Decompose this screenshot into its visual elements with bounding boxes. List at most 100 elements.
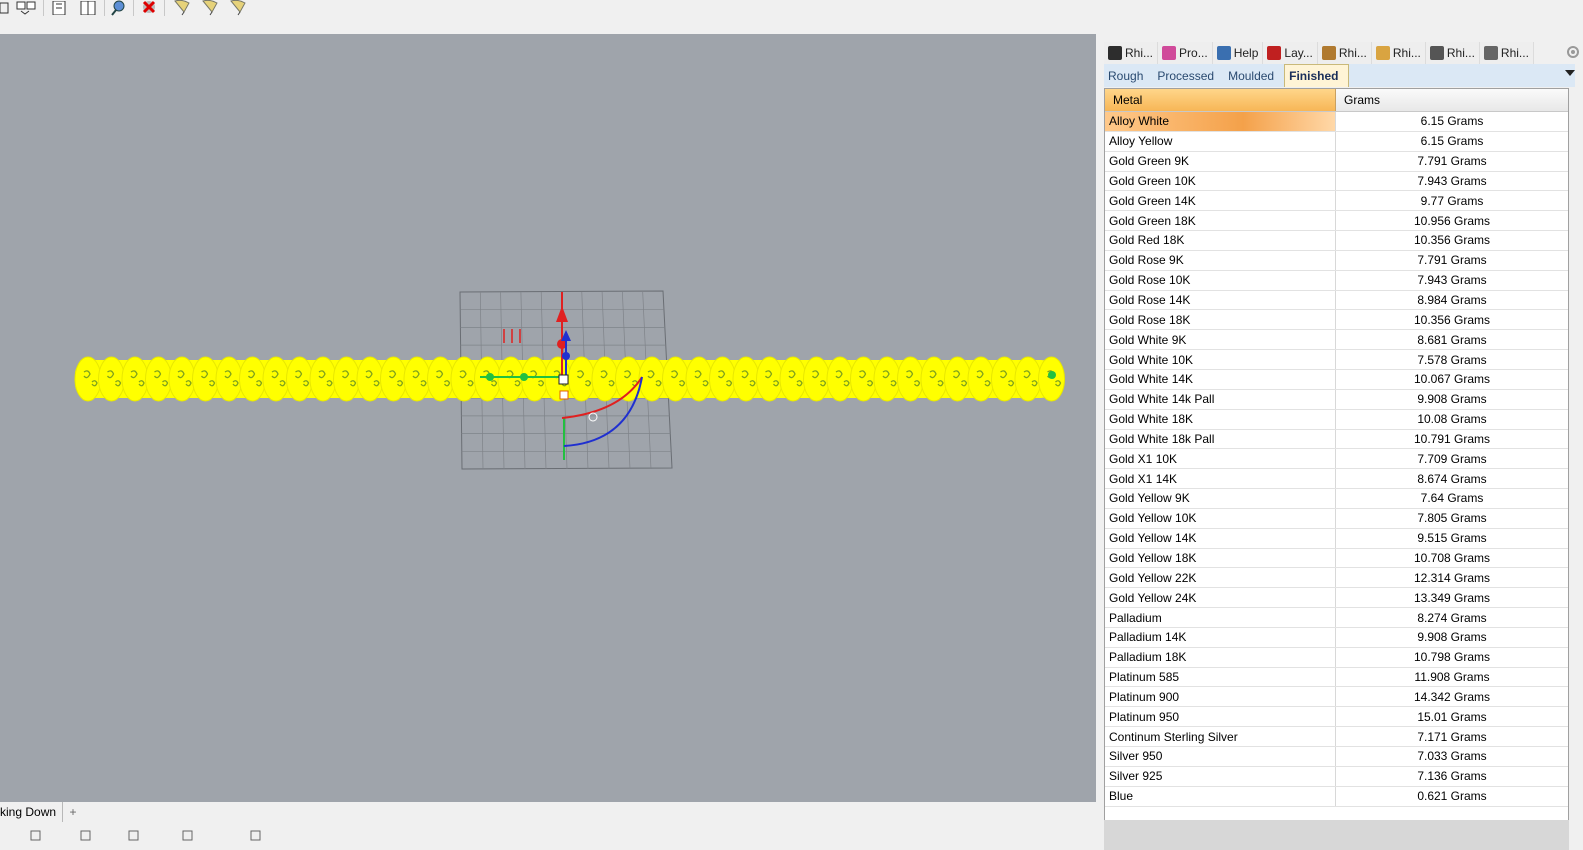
table-row[interactable]: Alloy White 6.15 Grams [1105, 112, 1568, 132]
panel-tab-4[interactable]: Rhi... [1317, 42, 1372, 64]
grams-cell: 7.791 Grams [1417, 253, 1487, 268]
viewport-tab[interactable]: king Down [0, 802, 64, 822]
zoom-icon[interactable] [110, 0, 128, 16]
table-row[interactable]: Palladium 18K 10.798 Grams [1105, 647, 1568, 668]
layout-icon[interactable] [0, 0, 10, 16]
table-row[interactable]: Gold Green 10K 7.943 Grams [1105, 171, 1568, 192]
table-row[interactable]: Gold Yellow 24K 13.349 Grams [1105, 588, 1568, 609]
grams-cell: 7.033 Grams [1417, 749, 1487, 764]
table-row[interactable]: Gold Red 18K 10.356 Grams [1105, 231, 1568, 251]
table-row[interactable]: Gold Yellow 10K 7.805 Grams [1105, 508, 1568, 529]
table-row[interactable]: Gold White 18k Pall 10.791 Grams [1105, 429, 1568, 450]
metal-cell: Gold Rose 10K [1105, 270, 1336, 290]
column-header-grams[interactable]: Grams [1336, 89, 1568, 111]
panel-tab-1[interactable]: Pro... [1158, 42, 1213, 64]
snap-icon-3[interactable] [128, 830, 140, 842]
grams-cell: 10.791 Grams [1413, 431, 1491, 446]
grams-cell: 7.171 Grams [1417, 729, 1487, 744]
table-row[interactable]: Silver 925 7.136 Grams [1105, 766, 1568, 787]
delete-icon[interactable] [138, 0, 160, 16]
grams-cell: 7.709 Grams [1417, 451, 1487, 466]
table-row[interactable]: Gold Rose 10K 7.943 Grams [1105, 270, 1568, 291]
metal-cell: Gold Green 18K [1105, 211, 1336, 231]
table-row[interactable]: Gold White 9K 8.681 Grams [1105, 330, 1568, 351]
panel-tab-3[interactable]: Lay... [1263, 42, 1318, 64]
panel-tab-2[interactable]: Help [1212, 42, 1264, 64]
layer-icon [1267, 46, 1282, 60]
table-row[interactable]: Gold X1 10K 7.709 Grams [1105, 449, 1568, 470]
tab-moulded[interactable]: Moulded [1224, 64, 1284, 87]
viewport-scene[interactable] [0, 34, 1096, 802]
table-row[interactable]: Continum Sterling Silver 7.171 Grams [1105, 727, 1568, 747]
table-row[interactable]: Gold White 14K 10.067 Grams [1105, 369, 1568, 390]
metal-cell: Gold Red 18K [1105, 231, 1336, 250]
layer-icon[interactable] [50, 0, 68, 16]
add-viewport-button[interactable]: + [65, 804, 81, 820]
metal-cell: Gold Green 10K [1105, 171, 1336, 191]
table-row[interactable]: Gold Green 9K 7.791 Grams [1105, 151, 1568, 172]
table-row[interactable]: Gold Yellow 9K 7.64 Grams [1105, 489, 1568, 509]
layer-icon-2[interactable] [78, 0, 100, 16]
snap-icon[interactable] [30, 830, 42, 842]
table-header: Metal Grams [1105, 89, 1568, 112]
viewport-canvas[interactable] [0, 34, 1096, 802]
metal-cell: Gold Yellow 24K [1105, 588, 1336, 608]
table-row[interactable]: Alloy Yellow 6.15 Grams [1105, 131, 1568, 152]
panel-tab-6[interactable]: Rhi... [1425, 42, 1480, 64]
grams-cell: 13.349 Grams [1413, 590, 1491, 605]
table-row[interactable]: Gold Rose 18K 10.356 Grams [1105, 310, 1568, 331]
panel-tab-strip: Rhi... Pro... Help Lay... Rhi... Rhi... Rhi...… [1104, 42, 1534, 64]
metal-cell: Gold White 14K [1105, 369, 1336, 389]
table-row[interactable]: Gold White 18K 10.08 Grams [1105, 409, 1568, 430]
table-row[interactable]: Gold Green 14K 9.77 Grams [1105, 191, 1568, 212]
table-row[interactable]: Gold Green 18K 10.956 Grams [1105, 211, 1568, 232]
tab-processed[interactable]: Processed [1153, 64, 1224, 87]
grams-cell: 7.64 Grams [1420, 491, 1484, 506]
column-header-metal[interactable]: Metal [1105, 89, 1336, 111]
table-row[interactable]: Platinum 900 14.342 Grams [1105, 687, 1568, 708]
table-body: Alloy White 6.15 Grams Alloy Yellow 6.15 Gr… [1105, 112, 1568, 807]
table-row[interactable]: Gold Rose 9K 7.791 Grams [1105, 250, 1568, 271]
view-icon[interactable] [16, 0, 38, 16]
gear-icon[interactable] [1565, 44, 1581, 63]
snap-icon-5[interactable] [250, 830, 262, 842]
toolbar [0, 0, 1583, 34]
metal-cell: Alloy White [1105, 112, 1336, 131]
panel-tab-5[interactable]: Rhi... [1371, 42, 1426, 64]
table-row[interactable]: Gold Yellow 14K 9.515 Grams [1105, 528, 1568, 549]
metal-cell: Gold X1 14K [1105, 469, 1336, 489]
metal-cell: Gold Rose 18K [1105, 310, 1336, 330]
table-row[interactable]: Palladium 14K 9.908 Grams [1105, 627, 1568, 648]
table-row[interactable]: Platinum 950 15.01 Grams [1105, 707, 1568, 728]
table-row[interactable]: Silver 950 7.033 Grams [1105, 747, 1568, 767]
metal-cell: Platinum 900 [1105, 687, 1336, 707]
table-row[interactable]: Gold White 10K 7.578 Grams [1105, 350, 1568, 370]
metal-weight-table: Metal Grams Alloy White 6.15 Grams Alloy Y… [1104, 88, 1569, 821]
grams-cell: 7.943 Grams [1417, 273, 1487, 288]
snap-icon-2[interactable] [80, 830, 92, 842]
metal-cell: Silver 950 [1105, 747, 1336, 766]
grams-cell: 7.791 Grams [1417, 154, 1487, 169]
grams-cell: 11.908 Grams [1414, 670, 1490, 685]
light-icon-3[interactable] [226, 0, 250, 16]
metal-cell: Gold Yellow 10K [1105, 508, 1336, 528]
table-row[interactable]: Platinum 585 11.908 Grams [1105, 667, 1568, 688]
table-row[interactable]: Blue 0.621 Grams [1105, 786, 1568, 807]
metal-cell: Palladium 14K [1105, 627, 1336, 647]
table-row[interactable]: Gold White 14k Pall 9.908 Grams [1105, 389, 1568, 410]
table-row[interactable]: Gold Rose 14K 8.984 Grams [1105, 290, 1568, 311]
table-row[interactable]: Gold X1 14K 8.674 Grams [1105, 469, 1568, 490]
panel-tab-7[interactable]: Rhi... [1479, 42, 1534, 64]
light-icon-1[interactable] [170, 0, 194, 16]
table-row[interactable]: Gold Yellow 18K 10.708 Grams [1105, 548, 1568, 569]
chevron-down-icon[interactable] [1565, 70, 1575, 76]
light-icon-2[interactable] [198, 0, 222, 16]
table-row[interactable]: Gold Yellow 22K 12.314 Grams [1105, 568, 1568, 589]
snap-icon-4[interactable] [182, 830, 194, 842]
tab-finished[interactable]: Finished [1284, 64, 1350, 87]
panel-tab-0[interactable]: Rhi... [1104, 42, 1159, 64]
tab-rough[interactable]: Rough [1104, 64, 1153, 87]
color-wheel-icon [1162, 46, 1177, 60]
table-row[interactable]: Palladium 8.274 Grams [1105, 608, 1568, 628]
metal-cell: Continum Sterling Silver [1105, 727, 1336, 746]
